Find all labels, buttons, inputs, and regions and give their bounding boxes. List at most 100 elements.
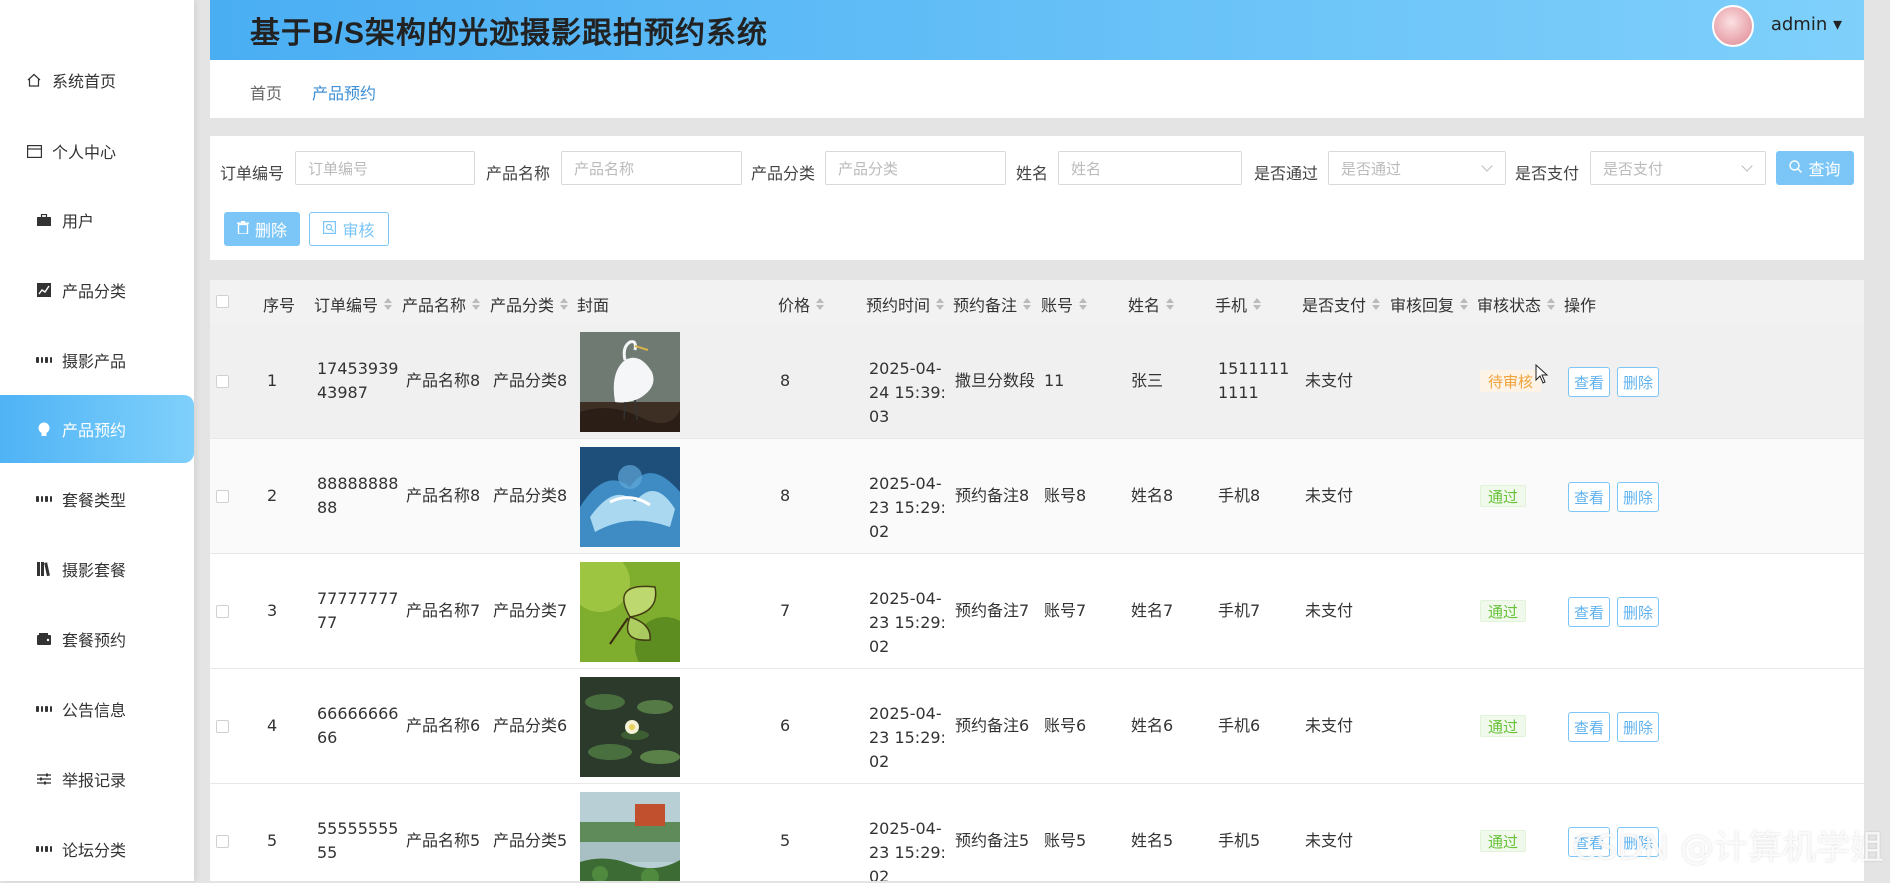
approved-label: 是否通过 xyxy=(1254,160,1318,184)
status-badge: 通过 xyxy=(1480,830,1526,852)
avatar[interactable] xyxy=(1712,5,1754,47)
sidebar-item-package-booking[interactable]: 套餐预约 xyxy=(0,605,194,673)
delete-button[interactable]: 删除 xyxy=(1617,712,1659,742)
sidebar-item-label: 产品分类 xyxy=(62,278,126,302)
row-checkbox[interactable] xyxy=(216,720,229,733)
sort-icon[interactable] xyxy=(1460,298,1468,310)
briefcase-icon xyxy=(36,212,52,228)
audit-icon xyxy=(323,221,336,238)
sidebar-item-photo-package[interactable]: 摄影套餐 xyxy=(0,535,194,603)
row-checkbox[interactable] xyxy=(216,835,229,848)
col-phone[interactable]: 手机 xyxy=(1215,292,1261,316)
row-checkbox[interactable] xyxy=(216,375,229,388)
table-header: 序号 订单编号 产品名称 产品分类 封面 价格 预约时间 预约备注 账号 姓名 … xyxy=(210,280,1864,324)
sort-icon[interactable] xyxy=(1547,298,1555,310)
delete-button[interactable]: 删除 xyxy=(1617,482,1659,512)
status-badge: 通过 xyxy=(1480,485,1526,507)
col-remark[interactable]: 预约备注 xyxy=(953,292,1031,316)
cell-category: 产品分类7 xyxy=(493,599,567,623)
sidebar-item-users[interactable]: 用户 xyxy=(0,186,194,254)
cell-time: 2025-04-24 15:39:03 xyxy=(869,357,949,429)
category-input[interactable]: 产品分类 xyxy=(825,151,1006,185)
sort-icon[interactable] xyxy=(1372,298,1380,310)
col-ops: 操作 xyxy=(1564,292,1596,316)
delete-button[interactable]: 删除 xyxy=(1617,367,1659,397)
col-order-no[interactable]: 订单编号 xyxy=(314,292,392,316)
breadcrumb-home[interactable]: 首页 xyxy=(250,80,282,104)
sort-icon[interactable] xyxy=(1023,298,1031,310)
col-account[interactable]: 账号 xyxy=(1041,292,1087,316)
sidebar-item-package-type[interactable]: 套餐类型 xyxy=(0,465,194,533)
sliders-icon xyxy=(36,771,52,787)
sidebar-item-product-category[interactable]: 产品分类 xyxy=(0,256,194,324)
trash-icon xyxy=(237,221,249,238)
bulk-delete-button[interactable]: 删除 xyxy=(224,212,300,246)
sort-icon[interactable] xyxy=(1079,298,1087,310)
col-category[interactable]: 产品分类 xyxy=(490,292,568,316)
sort-icon[interactable] xyxy=(936,298,944,310)
sidebar-item-announcements[interactable]: 公告信息 xyxy=(0,675,194,743)
view-button[interactable]: 查看 xyxy=(1568,367,1610,397)
cell-price: 5 xyxy=(780,829,790,853)
col-price[interactable]: 价格 xyxy=(778,292,824,316)
cell-product-name: 产品名称7 xyxy=(406,599,480,623)
sort-icon[interactable] xyxy=(384,298,392,310)
col-status[interactable]: 审核状态 xyxy=(1477,292,1555,316)
sidebar-item-forum-category[interactable]: 论坛分类 xyxy=(0,815,194,883)
breadcrumb-current: 产品预约 xyxy=(312,80,376,104)
sidebar-item-profile[interactable]: 个人中心 xyxy=(0,117,194,185)
data-table: 序号 订单编号 产品名称 产品分类 封面 价格 预约时间 预约备注 账号 姓名 … xyxy=(210,280,1864,881)
sidebar-item-label: 举报记录 xyxy=(62,767,126,791)
cell-phone: 手机7 xyxy=(1218,599,1260,623)
audit-button[interactable]: 审核 xyxy=(309,212,389,246)
cell-order-no: 8888888888 xyxy=(317,472,399,520)
bulb-icon xyxy=(36,421,52,437)
cover-image xyxy=(580,792,680,881)
cell-phone: 手机6 xyxy=(1218,714,1260,738)
sidebar-item-reports[interactable]: 举报记录 xyxy=(0,745,194,813)
cell-product-name: 产品名称6 xyxy=(406,714,480,738)
col-product-name[interactable]: 产品名称 xyxy=(402,292,480,316)
row-checkbox[interactable] xyxy=(216,605,229,618)
user-menu[interactable]: admin ▾ xyxy=(1771,14,1842,35)
product-name-input[interactable]: 产品名称 xyxy=(561,151,742,185)
watermark: CSDN @计算机学姐 xyxy=(1572,820,1884,869)
sort-icon[interactable] xyxy=(1166,298,1174,310)
cell-price: 8 xyxy=(780,484,790,508)
sort-icon[interactable] xyxy=(1253,298,1261,310)
grid-icon xyxy=(36,841,52,857)
sort-icon[interactable] xyxy=(816,298,824,310)
table-row: 1 1745393943987 产品名称8 产品分类8 8 2025-04-24… xyxy=(210,324,1864,439)
cell-phone: 手机5 xyxy=(1218,829,1260,853)
cell-paid: 未支付 xyxy=(1305,599,1353,623)
cell-category: 产品分类6 xyxy=(493,714,567,738)
cell-index: 1 xyxy=(267,369,277,393)
approved-select[interactable]: 是否通过 xyxy=(1328,151,1506,185)
col-reply[interactable]: 审核回复 xyxy=(1390,292,1468,316)
view-button[interactable]: 查看 xyxy=(1568,597,1610,627)
sort-icon[interactable] xyxy=(560,298,568,310)
select-all-checkbox[interactable] xyxy=(216,295,229,308)
paid-select-value: 是否支付 xyxy=(1603,158,1663,179)
view-button[interactable]: 查看 xyxy=(1568,482,1610,512)
query-button[interactable]: 查询 xyxy=(1776,151,1854,185)
sidebar-item-home[interactable]: 系统首页 xyxy=(0,46,194,114)
name-input[interactable]: 姓名 xyxy=(1058,151,1242,185)
paid-label: 是否支付 xyxy=(1515,160,1579,184)
cell-paid: 未支付 xyxy=(1305,369,1353,393)
sidebar-item-label: 套餐预约 xyxy=(62,627,126,651)
order-no-input[interactable]: 订单编号 xyxy=(295,151,475,185)
paid-select[interactable]: 是否支付 xyxy=(1590,151,1766,185)
cell-phone: 手机8 xyxy=(1218,484,1260,508)
sort-icon[interactable] xyxy=(472,298,480,310)
cell-product-name: 产品名称5 xyxy=(406,829,480,853)
col-label: 产品名称 xyxy=(402,292,466,316)
row-checkbox[interactable] xyxy=(216,490,229,503)
col-name[interactable]: 姓名 xyxy=(1128,292,1174,316)
col-time[interactable]: 预约时间 xyxy=(866,292,944,316)
delete-button[interactable]: 删除 xyxy=(1617,597,1659,627)
sidebar-item-product-booking[interactable]: 产品预约 xyxy=(0,395,194,463)
col-paid[interactable]: 是否支付 xyxy=(1302,292,1380,316)
sidebar-item-photo-products[interactable]: 摄影产品 xyxy=(0,326,194,394)
view-button[interactable]: 查看 xyxy=(1568,712,1610,742)
